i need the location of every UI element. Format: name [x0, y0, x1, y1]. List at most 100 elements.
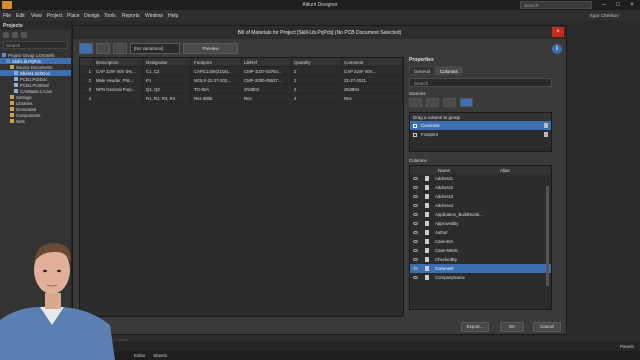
trash-icon[interactable] — [544, 132, 548, 137]
grid-header-comment[interactable]: Comment — [342, 58, 403, 66]
cell-comment[interactable]: 2N3904 — [342, 85, 403, 93]
column-list-item[interactable]: Address3 — [410, 192, 551, 201]
cell-designator[interactable]: R1, R2, R3, R4 — [144, 94, 192, 102]
settings-icon[interactable] — [21, 32, 27, 38]
source-document-icon[interactable] — [460, 98, 473, 107]
visibility-eye-icon[interactable] — [413, 258, 418, 261]
grid-header-footprint[interactable]: Footprint — [192, 58, 242, 66]
table-row[interactable]: 1 CAP 22nF 50V 5%... C1, C2 CAPC1206(3216).… — [80, 67, 403, 76]
menu-project[interactable]: Project — [47, 13, 63, 19]
cell-comment[interactable]: CAP 22nF 50V... — [342, 67, 403, 75]
cell-quantity[interactable]: 2 — [292, 85, 342, 93]
column-list-item[interactable]: Address2 — [410, 183, 551, 192]
cell-quantity[interactable]: 4 — [292, 94, 342, 102]
column-list-item[interactable]: Address4 — [410, 201, 551, 210]
cell-libref[interactable]: CMP-2000-05537... — [242, 76, 292, 84]
column-list-item[interactable]: Comment — [410, 264, 551, 273]
menu-help[interactable]: Help — [168, 13, 178, 19]
cell-description[interactable]: CAP 22nF 50V 5%... — [94, 67, 144, 75]
group-row-comment[interactable]: Comment — [410, 121, 551, 130]
column-list-item[interactable]: Case-Metric — [410, 246, 551, 255]
save-icon[interactable] — [3, 32, 9, 38]
properties-search-input[interactable]: Search — [409, 78, 552, 87]
cell-footprint[interactable]: TO-92A — [192, 85, 242, 93]
menu-view[interactable]: View — [31, 13, 42, 19]
cell-libref[interactable]: Res — [242, 94, 292, 102]
dialog-close-button[interactable]: × — [552, 27, 564, 37]
cell-designator[interactable]: Q1, Q2 — [144, 85, 192, 93]
visibility-eye-icon[interactable] — [413, 222, 418, 225]
table-row[interactable]: 4 R1, R2, R3, R4 Res 0805 Res 4 Res — [80, 94, 403, 103]
visibility-eye-icon[interactable] — [413, 276, 418, 279]
user-name[interactable]: Egor Cherikov — [590, 13, 619, 18]
cell-quantity[interactable]: 1 — [292, 76, 342, 84]
projects-search-input[interactable]: Search — [3, 41, 68, 49]
cell-description[interactable] — [94, 94, 144, 102]
minimize-button[interactable]: – — [598, 0, 610, 10]
group-row-footprint[interactable]: Footprint — [410, 130, 551, 139]
tree-view-icon[interactable] — [96, 42, 110, 54]
table-row[interactable]: 3 NPN General Purp... Q1, Q2 TO-92A 2N3904 2 2… — [80, 85, 403, 94]
cell-designator[interactable]: C1, C2 — [144, 67, 192, 75]
visibility-eye-icon[interactable] — [413, 240, 418, 243]
cell-description[interactable]: NPN General Purp... — [94, 85, 144, 93]
cell-libref[interactable]: 2N3904 — [242, 85, 292, 93]
columns-header-alias[interactable]: Alias — [497, 166, 513, 174]
cell-footprint[interactable]: Res 0805 — [192, 94, 242, 102]
cell-quantity[interactable]: 2 — [292, 67, 342, 75]
visibility-eye-icon[interactable] — [413, 204, 418, 207]
column-list-item[interactable]: CheckedBy — [410, 255, 551, 264]
visibility-eye-icon[interactable] — [413, 195, 418, 198]
tab-columns[interactable]: Columns — [435, 66, 463, 75]
tree-item[interactable]: Nets — [0, 118, 71, 124]
menu-design[interactable]: Design — [84, 13, 100, 19]
cell-comment[interactable]: Res — [342, 94, 403, 102]
column-list-item[interactable]: CompanyName — [410, 273, 551, 282]
grid-header-designator[interactable]: Designator — [144, 58, 192, 66]
source-supplier-icon[interactable] — [443, 98, 456, 107]
columns-scrollbar[interactable] — [546, 186, 549, 286]
column-list-item[interactable]: Application_BuildNumb... — [410, 210, 551, 219]
column-list-item[interactable]: Address1 — [410, 174, 551, 183]
variations-select[interactable]: [No Variations] — [130, 42, 180, 54]
cell-designator[interactable]: P1 — [144, 76, 192, 84]
menu-place[interactable]: Place — [67, 13, 80, 19]
ok-button[interactable]: OK — [500, 322, 524, 332]
visibility-eye-icon[interactable] — [413, 186, 418, 189]
cell-footprint[interactable]: CAPC1206(3216)... — [192, 67, 242, 75]
visibility-eye-icon[interactable] — [413, 177, 418, 180]
trash-icon[interactable] — [544, 123, 548, 128]
tab-editor[interactable]: Editor — [134, 353, 146, 358]
columns-header-name[interactable]: Name — [435, 166, 497, 174]
panels-button[interactable]: Panels — [620, 344, 634, 349]
visibility-eye-icon[interactable] — [413, 231, 418, 234]
menu-tools[interactable]: Tools — [104, 13, 116, 19]
source-pcb-icon[interactable] — [426, 98, 439, 107]
cancel-button[interactable]: Cancel — [533, 322, 561, 332]
visibility-eye-icon[interactable] — [413, 267, 418, 270]
column-list-item[interactable]: Case-EIA — [410, 237, 551, 246]
menu-reports[interactable]: Reports — [122, 13, 140, 19]
global-search-input[interactable]: Search — [520, 1, 592, 9]
source-database-icon[interactable] — [409, 98, 422, 107]
tab-sheet1[interactable]: Sheet1 — [153, 353, 167, 358]
menu-file[interactable]: File — [3, 13, 11, 19]
folder-icon[interactable] — [12, 32, 18, 38]
grid-view-icon[interactable] — [79, 42, 93, 54]
cell-footprint[interactable]: MOLX-22-27-202... — [192, 76, 242, 84]
table-row[interactable]: 2 Male Header, Pitc... P1 MOLX-22-27-202...… — [80, 76, 403, 85]
column-list-item[interactable]: ApprovedBy — [410, 219, 551, 228]
filter-icon[interactable] — [113, 42, 127, 54]
maximize-button[interactable]: □ — [612, 0, 624, 10]
menu-edit[interactable]: Edit — [16, 13, 25, 19]
export-button[interactable]: Export... — [461, 322, 489, 332]
close-window-button[interactable]: × — [626, 0, 638, 10]
grid-header-quantity[interactable]: Quantity — [292, 58, 342, 66]
info-icon[interactable]: i — [552, 44, 562, 54]
tab-general[interactable]: General — [409, 66, 436, 75]
visibility-eye-icon[interactable] — [413, 249, 418, 252]
cell-comment[interactable]: 22-27-2021 — [342, 76, 403, 84]
menu-window[interactable]: Window — [145, 13, 163, 19]
cell-libref[interactable]: CMP-1037-03764... — [242, 67, 292, 75]
column-list-item[interactable]: Author — [410, 228, 551, 237]
